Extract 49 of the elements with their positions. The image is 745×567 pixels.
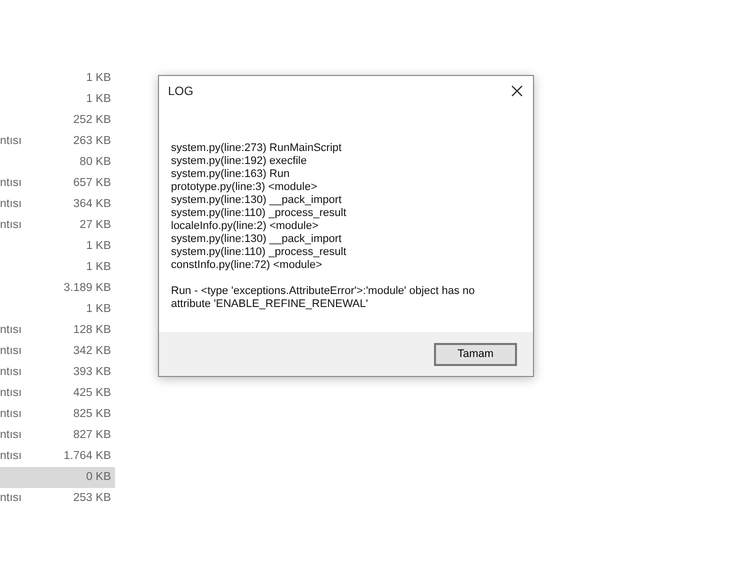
file-size: 128 KB	[73, 322, 111, 338]
file-size: 827 KB	[73, 428, 111, 443]
ok-button[interactable]: Tamam	[434, 342, 517, 366]
file-size: 657 KB	[73, 176, 111, 191]
file-size: 1 KB	[86, 92, 111, 107]
error-message: Run - <type 'exceptions.AttributeError'>:'module' object has no attribute 'ENABLE_REFINE_RENEWAL'	[171, 285, 476, 311]
file-type: ntısı	[0, 322, 22, 338]
file-size: 0 KB	[86, 470, 111, 485]
close-icon	[511, 85, 523, 97]
dialog-title: LOG	[168, 83, 194, 100]
file-type: ntısı	[0, 218, 22, 233]
file-size: 1 KB	[86, 70, 111, 86]
file-type: ntısı	[0, 490, 22, 506]
file-size: 1 KB	[86, 260, 111, 275]
file-type: ntısı	[0, 406, 22, 422]
file-type: ntısı	[0, 196, 22, 212]
file-size: 425 KB	[73, 386, 111, 401]
log-line: system.py(line:130) __pack_import	[171, 233, 343, 246]
file-size: 393 KB	[73, 364, 111, 380]
selected-row-highlight[interactable]: 0 KB	[0, 467, 115, 488]
file-size: 1 KB	[86, 238, 111, 254]
file-type: ntısı	[0, 134, 22, 149]
file-type: ntısı	[0, 344, 22, 359]
log-line: system.py(line:192) execfile	[171, 155, 308, 168]
file-size: 364 KB	[73, 196, 111, 212]
file-type: ntısı	[0, 428, 22, 443]
file-type: ntısı	[0, 176, 22, 191]
log-line: system.py(line:110) _process_result	[171, 246, 348, 259]
log-line: localeInfo.py(line:2) <module>	[171, 220, 320, 233]
close-button[interactable]	[509, 83, 525, 99]
file-type: ntısı	[0, 364, 22, 380]
log-line: prototype.py(line:3) <module>	[171, 181, 318, 194]
log-line: system.py(line:130) __pack_import	[171, 194, 343, 207]
file-size: 80 KB	[80, 154, 111, 170]
log-line: system.py(line:273) RunMainScript	[171, 142, 343, 155]
file-size: 263 KB	[73, 134, 111, 149]
file-type: ntısı	[0, 448, 22, 464]
file-size: 253 KB	[73, 490, 111, 506]
file-size: 825 KB	[73, 406, 111, 422]
file-size: 342 KB	[73, 344, 111, 359]
log-line: system.py(line:110) _process_result	[171, 207, 348, 220]
file-size: 252 KB	[73, 112, 111, 128]
file-size: 1.764 KB	[64, 448, 111, 464]
log-line: constInfo.py(line:72) <module>	[171, 259, 324, 272]
file-type: ntısı	[0, 386, 22, 401]
file-size: 1 KB	[86, 302, 111, 317]
log-line: system.py(line:163) Run	[171, 168, 291, 181]
file-size: 3.189 KB	[64, 280, 111, 296]
file-size: 27 KB	[80, 218, 111, 233]
